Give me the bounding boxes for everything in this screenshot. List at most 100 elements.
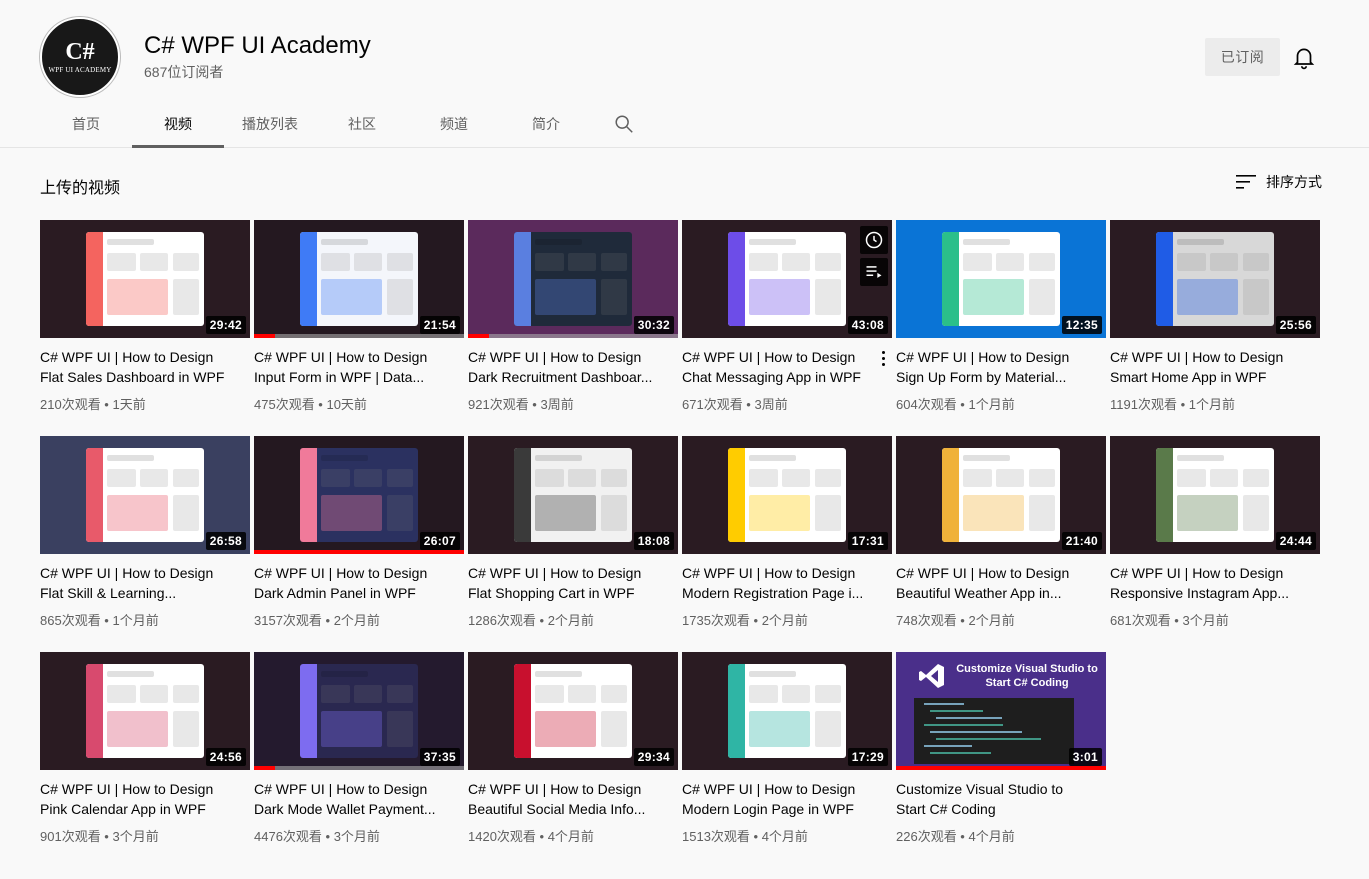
bell-icon[interactable] [1291, 44, 1317, 70]
sort-icon [1236, 175, 1256, 189]
video-thumbnail[interactable]: 24:44 [1110, 436, 1320, 554]
video-meta: 3157次观看 • 2个月前 [254, 613, 380, 628]
duration-badge: 43:08 [847, 316, 888, 334]
app-mockup-preview [728, 447, 846, 543]
duration-badge: 17:31 [847, 532, 888, 550]
video-title[interactable]: C# WPF UI | How to Design Flat Shopping … [468, 563, 678, 603]
video-title[interactable]: C# WPF UI | How to Design Modern Login P… [682, 779, 892, 819]
video-title[interactable]: C# WPF UI | How to Design Smart Home App… [1110, 347, 1320, 387]
tab-2[interactable]: 播放列表 [224, 100, 316, 148]
video-thumbnail[interactable]: 18:08 [468, 436, 678, 554]
more-vert-icon[interactable] [874, 346, 892, 370]
avatar-logo-text: WPF UI ACADEMY [48, 66, 112, 74]
app-mockup-preview [728, 231, 846, 327]
watch-progress-bar [254, 334, 275, 338]
search-icon[interactable] [592, 100, 656, 148]
video-title[interactable]: C# WPF UI | How to Design Flat Skill & L… [40, 563, 250, 603]
video-meta: 4476次观看 • 3个月前 [254, 829, 380, 844]
video-card[interactable]: 12:35 C# WPF UI | How to Design Sign Up F… [896, 220, 1106, 436]
video-card[interactable]: 26:07 C# WPF UI | How to Design Dark Admi… [254, 436, 464, 652]
sort-button[interactable]: 排序方式 [1236, 172, 1322, 192]
channel-avatar[interactable]: C# WPF UI ACADEMY [40, 17, 120, 97]
channel-tabs: 首页 视频 播放列表 社区 频道 简介 [40, 100, 656, 148]
video-title[interactable]: C# WPF UI | How to Design Flat Sales Das… [40, 347, 250, 387]
video-card[interactable]: 29:34 C# WPF UI | How to Design Beautiful… [468, 652, 678, 868]
video-card[interactable]: 29:42 C# WPF UI | How to Design Flat Sale… [40, 220, 250, 436]
video-thumbnail[interactable]: 29:42 [40, 220, 250, 338]
video-card[interactable]: 26:58 C# WPF UI | How to Design Flat Skil… [40, 436, 250, 652]
video-title[interactable]: C# WPF UI | How to Design Beautiful Weat… [896, 563, 1106, 603]
video-card[interactable]: 21:54 C# WPF UI | How to Design Input For… [254, 220, 464, 436]
sort-label: 排序方式 [1266, 174, 1322, 190]
video-thumbnail[interactable]: 30:32 [468, 220, 678, 338]
tab-1[interactable]: 视频 [132, 100, 224, 148]
watch-progress-bar [896, 766, 1106, 770]
video-title[interactable]: C# WPF UI | How to Design Chat Messaging… [682, 347, 892, 387]
watch-progress-bar [254, 550, 464, 554]
app-mockup-preview [942, 447, 1060, 543]
tab-4[interactable]: 频道 [408, 100, 500, 148]
duration-badge: 18:08 [633, 532, 674, 550]
video-card[interactable]: 18:08 C# WPF UI | How to Design Flat Shop… [468, 436, 678, 652]
video-card[interactable]: 43:08 C# WPF UI | How to Design Chat Mess… [682, 220, 892, 436]
video-title[interactable]: C# WPF UI | How to Design Input Form in … [254, 347, 464, 387]
video-thumbnail[interactable]: 25:56 [1110, 220, 1320, 338]
duration-badge: 21:40 [1061, 532, 1102, 550]
duration-badge: 3:01 [1068, 748, 1102, 766]
watch-progress-track [468, 334, 678, 338]
video-thumbnail[interactable]: 26:07 [254, 436, 464, 554]
video-card[interactable]: 37:35 C# WPF UI | How to Design Dark Mode… [254, 652, 464, 868]
watch-progress-bar [254, 766, 275, 770]
video-title[interactable]: C# WPF UI | How to Design Dark Mode Wall… [254, 779, 464, 819]
video-card[interactable]: 25:56 C# WPF UI | How to Design Smart Hom… [1110, 220, 1320, 436]
avatar-logo-mark: C# [65, 39, 95, 65]
video-meta: 865次观看 • 1个月前 [40, 613, 159, 628]
video-thumbnail[interactable]: 12:35 [896, 220, 1106, 338]
video-title[interactable]: C# WPF UI | How to Design Beautiful Soci… [468, 779, 678, 819]
duration-badge: 21:54 [419, 316, 460, 334]
app-mockup-preview [86, 663, 204, 759]
video-title[interactable]: C# WPF UI | How to Design Dark Admin Pan… [254, 563, 464, 603]
video-title[interactable]: Customize Visual Studio to Start C# Codi… [896, 779, 1106, 819]
video-title[interactable]: C# WPF UI | How to Design Dark Recruitme… [468, 347, 678, 387]
video-thumbnail[interactable]: 37:35 [254, 652, 464, 770]
video-title[interactable]: C# WPF UI | How to Design Modern Registr… [682, 563, 892, 603]
video-thumbnail[interactable]: 17:29 [682, 652, 892, 770]
duration-badge: 26:07 [419, 532, 460, 550]
video-grid: 29:42 C# WPF UI | How to Design Flat Sale… [40, 220, 1330, 868]
video-thumbnail[interactable]: 26:58 [40, 436, 250, 554]
video-thumbnail[interactable]: 24:56 [40, 652, 250, 770]
video-thumbnail[interactable]: Customize Visual Studio to Start C# Codi… [896, 652, 1106, 770]
app-mockup-preview [728, 663, 846, 759]
tab-5[interactable]: 简介 [500, 100, 592, 148]
video-meta: 604次观看 • 1个月前 [896, 397, 1015, 412]
duration-badge: 37:35 [419, 748, 460, 766]
video-card[interactable]: 30:32 C# WPF UI | How to Design Dark Recr… [468, 220, 678, 436]
video-card[interactable]: 24:56 C# WPF UI | How to Design Pink Cale… [40, 652, 250, 868]
tab-3[interactable]: 社区 [316, 100, 408, 148]
video-meta: 901次观看 • 3个月前 [40, 829, 159, 844]
app-mockup-preview [514, 447, 632, 543]
video-title[interactable]: C# WPF UI | How to Design Sign Up Form b… [896, 347, 1106, 387]
video-meta: 1513次观看 • 4个月前 [682, 829, 808, 844]
video-card[interactable]: Customize Visual Studio to Start C# Codi… [896, 652, 1106, 868]
video-card[interactable]: 17:29 C# WPF UI | How to Design Modern Lo… [682, 652, 892, 868]
video-card[interactable]: 21:40 C# WPF UI | How to Design Beautiful… [896, 436, 1106, 652]
video-title[interactable]: C# WPF UI | How to Design Responsive Ins… [1110, 563, 1320, 603]
video-meta: 921次观看 • 3周前 [468, 397, 574, 412]
video-card[interactable]: 24:44 C# WPF UI | How to Design Responsiv… [1110, 436, 1320, 652]
clock-icon[interactable] [860, 226, 888, 254]
video-thumbnail[interactable]: 21:40 [896, 436, 1106, 554]
video-meta: 671次观看 • 3周前 [682, 397, 788, 412]
video-thumbnail[interactable]: 43:08 [682, 220, 892, 338]
video-thumbnail[interactable]: 21:54 [254, 220, 464, 338]
tab-0[interactable]: 首页 [40, 100, 132, 148]
video-title[interactable]: C# WPF UI | How to Design Pink Calendar … [40, 779, 250, 819]
duration-badge: 24:56 [205, 748, 246, 766]
app-mockup-preview [514, 231, 632, 327]
queue-icon[interactable] [860, 258, 888, 286]
subscribed-button[interactable]: 已订阅 [1205, 38, 1280, 76]
video-thumbnail[interactable]: 29:34 [468, 652, 678, 770]
video-thumbnail[interactable]: 17:31 [682, 436, 892, 554]
video-card[interactable]: 17:31 C# WPF UI | How to Design Modern Re… [682, 436, 892, 652]
